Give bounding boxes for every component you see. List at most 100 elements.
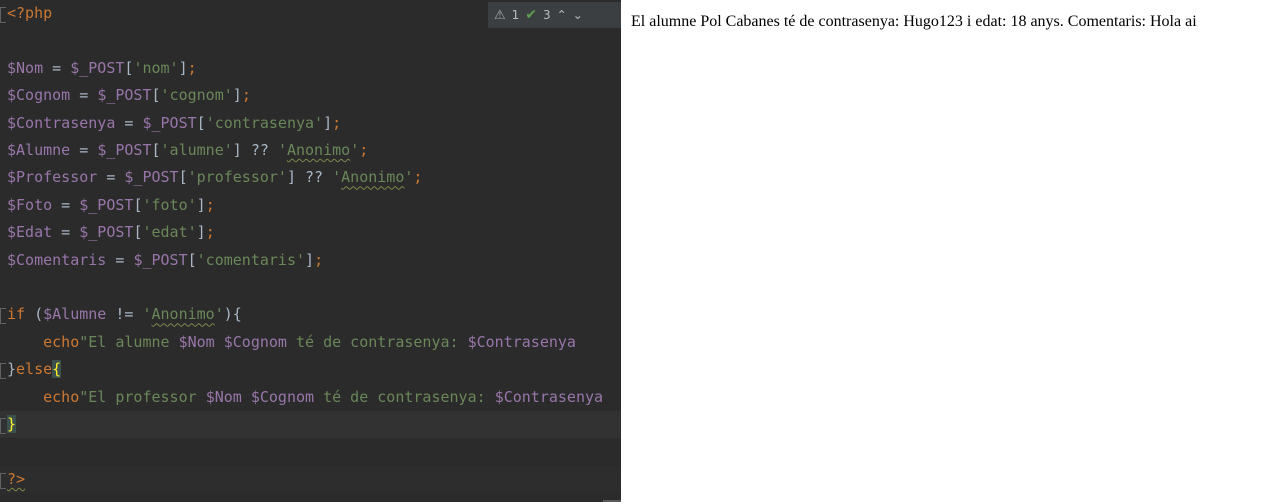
variable: $Contrasenya [7,113,116,132]
variable: $Cognom [250,387,315,406]
bracket: [ [151,86,161,105]
code-line: $Comentaris = $_POST['comentaris']; [0,247,621,274]
superglobal: $_POST [133,250,188,269]
variable: $Professor [7,168,98,187]
bracket: ] [286,168,296,187]
code-line: $Contrasenya = $_POST['contrasenya']; [0,110,621,137]
bracket: ] [305,250,315,269]
operator: = [43,58,71,77]
variable: $Comentaris [7,250,107,269]
bracket: ] [323,113,333,132]
operator: != [106,305,143,324]
matched-brace: } [7,415,17,433]
semicolon: ; [241,86,251,105]
keyword-if: if [7,305,26,324]
fold-marker[interactable] [0,308,6,324]
string: 'Anonimo' [142,305,224,324]
fold-marker[interactable] [0,363,6,379]
operator: = [106,250,134,269]
code-editor[interactable]: ⚠ 1 ✔ 3 ⌃ ⌄ <?php $Nom = $_POST['nom']; … [0,0,621,502]
variable: $Cognom [7,86,71,105]
operator: ?? [241,141,278,159]
variable: $Edat [7,223,53,242]
semicolon: ; [205,223,215,242]
code-line: <?php [0,0,621,27]
bracket: ] [196,195,206,214]
paren: ( [25,305,44,324]
bracket: ] [196,223,206,242]
brace: } [7,360,17,379]
superglobal: $_POST [124,168,179,187]
string: 'foto' [142,195,197,214]
code-line: }else{ [0,356,621,383]
bracket: ] [178,58,188,77]
operator: = [70,86,98,105]
string: 'Anonimo' [332,168,414,187]
code-line: $Edat = $_POST['edat']; [0,219,621,246]
string: "El alumne [79,332,179,351]
superglobal: $_POST [142,113,197,132]
keyword-else: else [16,360,53,379]
semicolon: ; [359,141,369,159]
fold-marker[interactable] [0,473,6,489]
variable: $Nom [178,332,215,351]
operator: = [52,195,80,214]
keyword-echo: echo [43,387,80,406]
fold-marker[interactable] [0,7,6,23]
operator: = [97,168,125,187]
variable: $Foto [7,195,53,214]
php-close-tag: ?> [7,469,26,488]
string: 'professor' [187,168,287,187]
variable: $Contrasenya [467,332,576,351]
code-line: $Professor = $_POST['professor'] ?? 'Ano… [0,164,621,191]
code-line: $Cognom = $_POST['cognom']; [0,82,621,109]
current-line: } [0,411,621,439]
superglobal: $_POST [79,195,134,214]
typo-word: Anonimo [286,141,351,159]
superglobal: $_POST [70,58,125,77]
paren: ){ [223,305,242,324]
string: 'edat' [142,223,197,242]
semicolon: ; [413,168,423,187]
operator: ?? [296,168,333,187]
string: té de contrasenya: [314,387,495,406]
typo-word: Anonimo [341,168,405,187]
variable: $Nom [205,387,242,406]
php-open-tag: <?php [7,4,53,22]
code-line: $Foto = $_POST['foto']; [0,192,621,219]
matched-brace: { [52,360,62,379]
string: 'contrasenya' [205,113,324,132]
semicolon: ; [187,58,197,77]
superglobal: $_POST [97,141,152,159]
semicolon: ; [205,195,215,214]
string: "El professor [79,387,206,406]
code-line: echo"El professor $Nom $Cognom té de con… [0,384,621,411]
code-line: $Nom = $_POST['nom']; [0,55,621,82]
bracket: [ [178,168,188,187]
variable: $Alumne [7,141,71,159]
string: 'alumne' [160,141,233,159]
string: 'cognom' [160,86,233,105]
code-line: echo"El alumne $Nom $Cognom té de contra… [0,329,621,356]
fold-marker[interactable] [0,418,6,434]
code-line: $Alumne = $_POST['alumne'] ?? 'Anonimo'; [0,137,621,164]
typo-word: Anonimo [151,305,215,324]
bracket: ] [232,86,242,105]
operator: = [115,113,143,132]
string: 'nom' [133,58,179,77]
superglobal: $_POST [79,223,134,242]
output-text: El alumne Pol Cabanes té de contrasenya:… [631,13,1197,30]
variable: $Contrasenya [494,387,604,406]
bracket: [ [196,113,206,132]
bracket: ] [232,141,242,159]
bracket: [ [187,250,197,269]
variable: $Cognom [223,332,287,351]
code-line: if ($Alumne != 'Anonimo'){ [0,301,621,328]
bracket: [ [151,141,161,159]
code-line: ?> [0,465,621,494]
operator: = [52,223,80,242]
semicolon: ; [332,113,342,132]
semicolon: ; [314,250,324,269]
variable: $Nom [7,58,44,77]
variable: $Alumne [43,305,107,324]
